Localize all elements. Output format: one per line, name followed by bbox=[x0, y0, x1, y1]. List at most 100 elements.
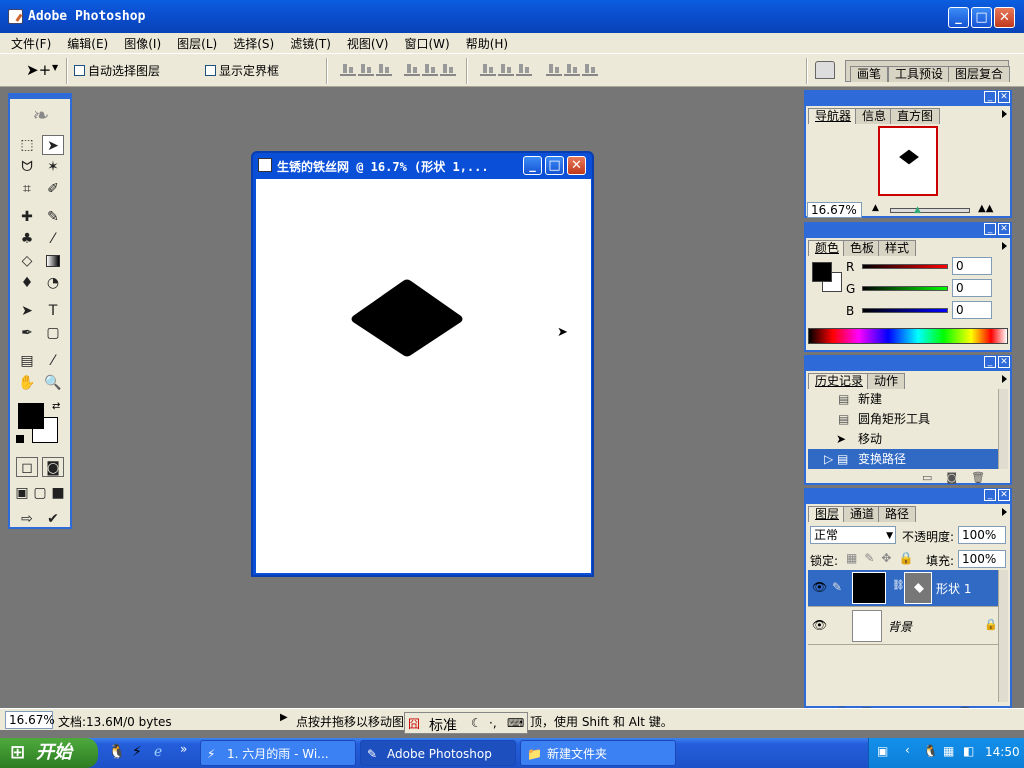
foreground-color-swatch[interactable] bbox=[18, 403, 44, 429]
maximize-button[interactable]: □ bbox=[971, 7, 992, 28]
doc-minimize-button[interactable]: _ bbox=[523, 156, 542, 175]
opacity-field[interactable]: 100% bbox=[958, 526, 1006, 544]
history-item-selected[interactable]: ▷ ▤ 变换路径 bbox=[808, 449, 998, 469]
quicklaunch-overflow-icon[interactable]: » bbox=[180, 742, 187, 756]
distribute-hcenter-icon[interactable] bbox=[564, 64, 580, 76]
menu-help[interactable]: 帮助(H) bbox=[455, 33, 513, 52]
auto-select-checkbox[interactable]: 自动选择图层 bbox=[74, 62, 160, 79]
history-item[interactable]: ▤ 圆角矩形工具 bbox=[808, 409, 998, 429]
marquee-tool-icon[interactable]: ⬚ bbox=[16, 135, 38, 155]
eye-icon[interactable]: 👁 bbox=[812, 580, 827, 594]
align-hcenter-icon[interactable] bbox=[422, 64, 438, 76]
brush-tool-icon[interactable]: ✎ bbox=[42, 207, 64, 227]
panel-close-icon[interactable]: ✕ bbox=[998, 356, 1010, 368]
history-item[interactable]: ▤ 新建 bbox=[808, 389, 998, 409]
align-left-icon[interactable] bbox=[404, 64, 420, 76]
default-colors-icon[interactable] bbox=[16, 435, 24, 443]
tab-paths[interactable]: 路径 bbox=[878, 506, 917, 522]
blend-mode-select[interactable]: 正常 ▼ bbox=[810, 526, 896, 544]
ime-logo-icon[interactable]: 囧 bbox=[408, 715, 420, 732]
shape-tool-icon[interactable]: ▢ bbox=[42, 323, 64, 343]
dodge-tool-icon[interactable]: ◔ bbox=[42, 273, 64, 293]
palette-well-tab-presets[interactable]: 工具预设 bbox=[888, 66, 951, 82]
align-vcenter-icon[interactable] bbox=[358, 64, 374, 76]
slider-thumb-icon[interactable]: ▲ bbox=[914, 205, 921, 215]
taskbar-item[interactable]: 📁 新建文件夹 bbox=[520, 740, 676, 766]
swap-colors-icon[interactable]: ⇄ bbox=[52, 401, 60, 412]
menu-edit[interactable]: 编辑(E) bbox=[56, 33, 113, 52]
imageready-icon[interactable]: ⇨ bbox=[16, 509, 38, 529]
panel-minimize-icon[interactable]: _ bbox=[984, 91, 996, 103]
healing-brush-tool-icon[interactable]: ✚ bbox=[16, 207, 38, 227]
menu-window[interactable]: 窗口(W) bbox=[393, 33, 454, 52]
lock-options-icons[interactable]: ▦✎✥🔒 bbox=[846, 551, 920, 565]
panel-close-icon[interactable]: ✕ bbox=[998, 223, 1010, 235]
magic-wand-tool-icon[interactable]: ✶ bbox=[42, 157, 64, 177]
crop-tool-icon[interactable]: ⌗ bbox=[16, 179, 38, 199]
quickmask-mode-icon[interactable]: ◙ bbox=[42, 457, 64, 477]
chevron-down-icon[interactable]: ▼ bbox=[52, 63, 58, 72]
diamond-shape[interactable] bbox=[351, 279, 463, 357]
notes-tool-icon[interactable]: ▤ bbox=[16, 351, 38, 371]
panel-close-icon[interactable]: ✕ bbox=[998, 489, 1010, 501]
type-tool-icon[interactable]: T bbox=[42, 301, 64, 321]
navigator-thumbnail[interactable] bbox=[878, 126, 938, 196]
ime-keyboard-icon[interactable]: ⌨ bbox=[507, 716, 524, 730]
tab-actions[interactable]: 动作 bbox=[867, 373, 906, 389]
tray-volume-icon[interactable]: ◧ bbox=[963, 744, 974, 758]
image-canvas[interactable] bbox=[256, 179, 591, 573]
align-bottom-icon[interactable] bbox=[376, 64, 392, 76]
pen-tool-icon[interactable]: ✒ bbox=[16, 323, 38, 343]
minimize-button[interactable]: _ bbox=[948, 7, 969, 28]
tab-navigator[interactable]: 导航器 bbox=[808, 108, 859, 124]
show-bounds-checkbox[interactable]: 显示定界框 bbox=[205, 62, 279, 79]
palette-well-tab-comps[interactable]: 图层复合 bbox=[948, 66, 1011, 82]
ime-toolbar[interactable]: 囧 标准 ☾ ·, ⌨ bbox=[404, 712, 528, 734]
green-value-field[interactable]: 0 bbox=[952, 279, 992, 297]
history-brush-tool-icon[interactable]: ⁄ bbox=[42, 229, 64, 249]
slice-tool-icon[interactable]: ✐ bbox=[42, 179, 64, 199]
distribute-right-icon[interactable] bbox=[582, 64, 598, 76]
clock[interactable]: 14:50 bbox=[985, 745, 1020, 759]
history-scrollbar[interactable] bbox=[998, 389, 1008, 469]
tab-layers[interactable]: 图层 bbox=[808, 506, 847, 522]
clone-stamp-tool-icon[interactable]: ♣ bbox=[16, 229, 38, 249]
move-tool-icon[interactable]: ➤ bbox=[42, 135, 64, 155]
start-button[interactable]: ⊞ 开始 bbox=[0, 738, 98, 768]
menu-view[interactable]: 视图(V) bbox=[336, 33, 394, 52]
tab-info[interactable]: 信息 bbox=[855, 108, 894, 124]
navigator-zoom-field[interactable]: 16.67% bbox=[807, 202, 862, 218]
history-footer-icons[interactable]: ▭◙🗑 bbox=[922, 471, 999, 484]
blue-value-field[interactable]: 0 bbox=[952, 301, 992, 319]
panel-menu-icon[interactable] bbox=[1002, 508, 1007, 516]
panel-close-icon[interactable]: ✕ bbox=[998, 91, 1010, 103]
tab-histogram[interactable]: 直方图 bbox=[890, 108, 941, 124]
tab-color[interactable]: 颜色 bbox=[808, 240, 847, 256]
tray-expand-icon[interactable]: ‹ bbox=[905, 743, 910, 757]
status-zoom-field[interactable]: 16.67% bbox=[5, 711, 55, 729]
menu-filter[interactable]: 滤镜(T) bbox=[279, 33, 336, 52]
ime-mode-label[interactable]: 标准 bbox=[429, 715, 457, 735]
eye-icon[interactable]: 👁 bbox=[812, 618, 827, 632]
distribute-bottom-icon[interactable] bbox=[516, 64, 532, 76]
file-browser-icon[interactable] bbox=[815, 61, 835, 79]
feather-logo-icon[interactable]: ❧ bbox=[16, 103, 66, 127]
palette-well-tab-brushes[interactable]: 画笔 bbox=[850, 66, 889, 82]
screen-mode-full-icon[interactable]: ■ bbox=[50, 483, 66, 503]
align-right-icon[interactable] bbox=[440, 64, 456, 76]
tab-history[interactable]: 历史记录 bbox=[808, 373, 871, 389]
tray-qq-icon[interactable]: 🐧 bbox=[923, 744, 938, 758]
app-titlebar[interactable]: Adobe Photoshop _ □ ✕ bbox=[0, 0, 1024, 33]
ime-punct-icon[interactable]: ·, bbox=[489, 716, 497, 730]
blur-tool-icon[interactable]: ♦ bbox=[16, 273, 38, 293]
menu-file[interactable]: 文件(F) bbox=[0, 33, 56, 52]
tab-styles[interactable]: 样式 bbox=[878, 240, 917, 256]
red-slider[interactable] bbox=[862, 264, 948, 269]
tray-network-icon[interactable]: ▦ bbox=[943, 744, 954, 758]
jump-to-icon[interactable]: ✔ bbox=[42, 509, 64, 529]
menu-layer[interactable]: 图层(L) bbox=[166, 33, 222, 52]
tray-app-icon[interactable]: ▣ bbox=[877, 744, 888, 758]
path-select-tool-icon[interactable]: ➤ bbox=[16, 301, 38, 321]
red-value-field[interactable]: 0 bbox=[952, 257, 992, 275]
lasso-tool-icon[interactable]: ᗢ bbox=[16, 157, 38, 177]
